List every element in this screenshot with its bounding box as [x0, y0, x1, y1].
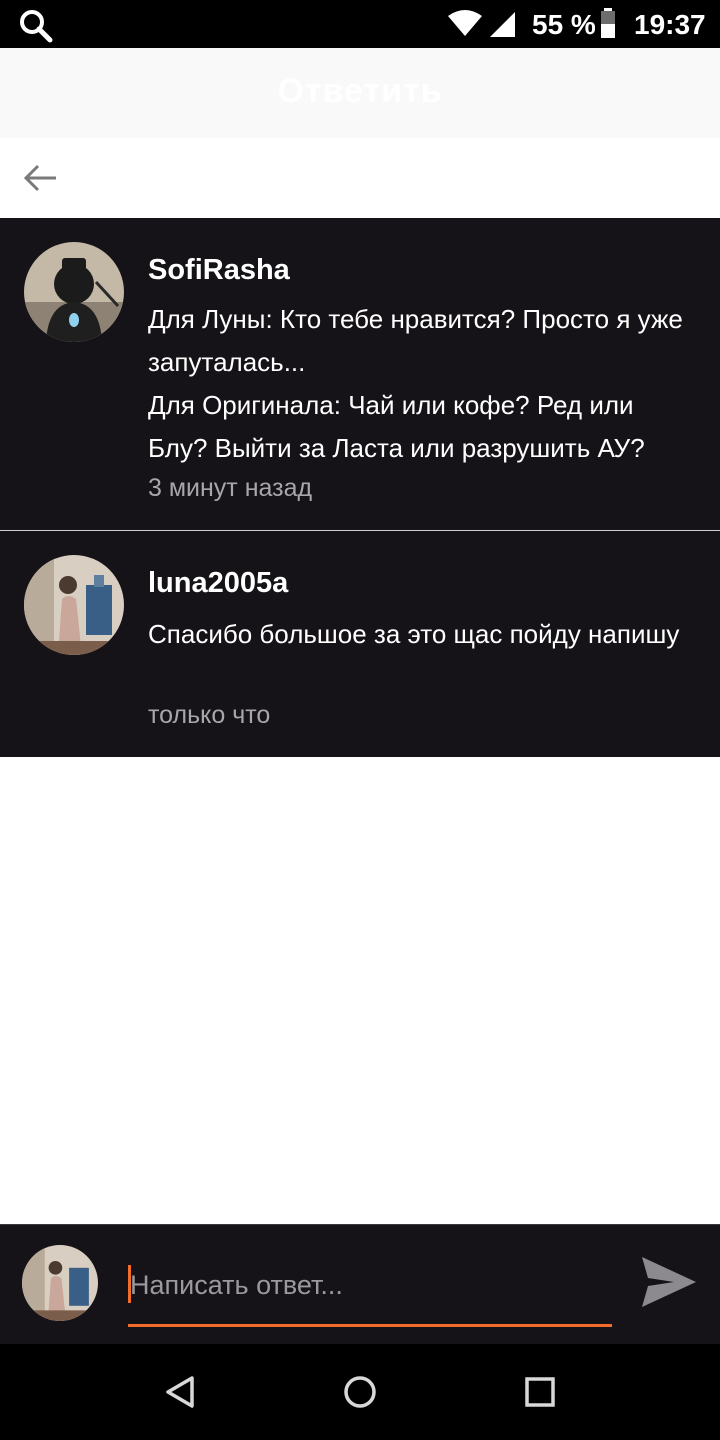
comment-username[interactable]: luna2005a: [148, 567, 288, 600]
reply-bar: [0, 1224, 720, 1344]
avatar: [22, 1245, 98, 1321]
nav-home-icon[interactable]: [340, 1372, 380, 1412]
reply-screen: 55 % 19:37 Ответить SofiRasha Для Луны: …: [0, 0, 720, 1440]
comment-item[interactable]: SofiRasha Для Луны: Кто тебе нравится? П…: [0, 218, 720, 530]
back-arrow-icon[interactable]: [20, 158, 60, 198]
reply-input[interactable]: [128, 1261, 612, 1309]
avatar[interactable]: [24, 555, 124, 655]
navigation-bar: [0, 1344, 720, 1440]
comment-timestamp: только что: [148, 701, 271, 729]
title-bar: Ответить: [0, 48, 720, 138]
signal-icon: [490, 12, 515, 37]
comment-text: Для Луны: Кто тебе нравится? Просто я уж…: [148, 304, 683, 377]
status-bar: 55 % 19:37: [0, 0, 720, 48]
clock: 19:37: [634, 9, 706, 40]
battery-icon: [601, 8, 615, 38]
toolbar: [0, 138, 720, 218]
reply-input-field: [128, 1261, 612, 1327]
comment-timestamp: 3 минут назад: [148, 474, 313, 502]
nav-back-icon[interactable]: [160, 1372, 200, 1412]
search-icon[interactable]: [18, 8, 54, 44]
page-title: Ответить: [277, 72, 443, 110]
comment-text: Для Оригинала: Чай или кофе? Ред или Блу…: [148, 390, 645, 463]
comment-item[interactable]: luna2005a Спасибо большое за это щас пой…: [0, 531, 720, 757]
send-icon[interactable]: [640, 1255, 698, 1309]
comment-text: Спасибо большое за это щас пойду напишу: [148, 619, 680, 649]
wifi-icon: [448, 10, 482, 36]
avatar[interactable]: [24, 242, 124, 342]
comment-username[interactable]: SofiRasha: [148, 254, 290, 287]
battery-percent: 55 %: [532, 9, 596, 40]
nav-recents-icon[interactable]: [520, 1372, 560, 1412]
